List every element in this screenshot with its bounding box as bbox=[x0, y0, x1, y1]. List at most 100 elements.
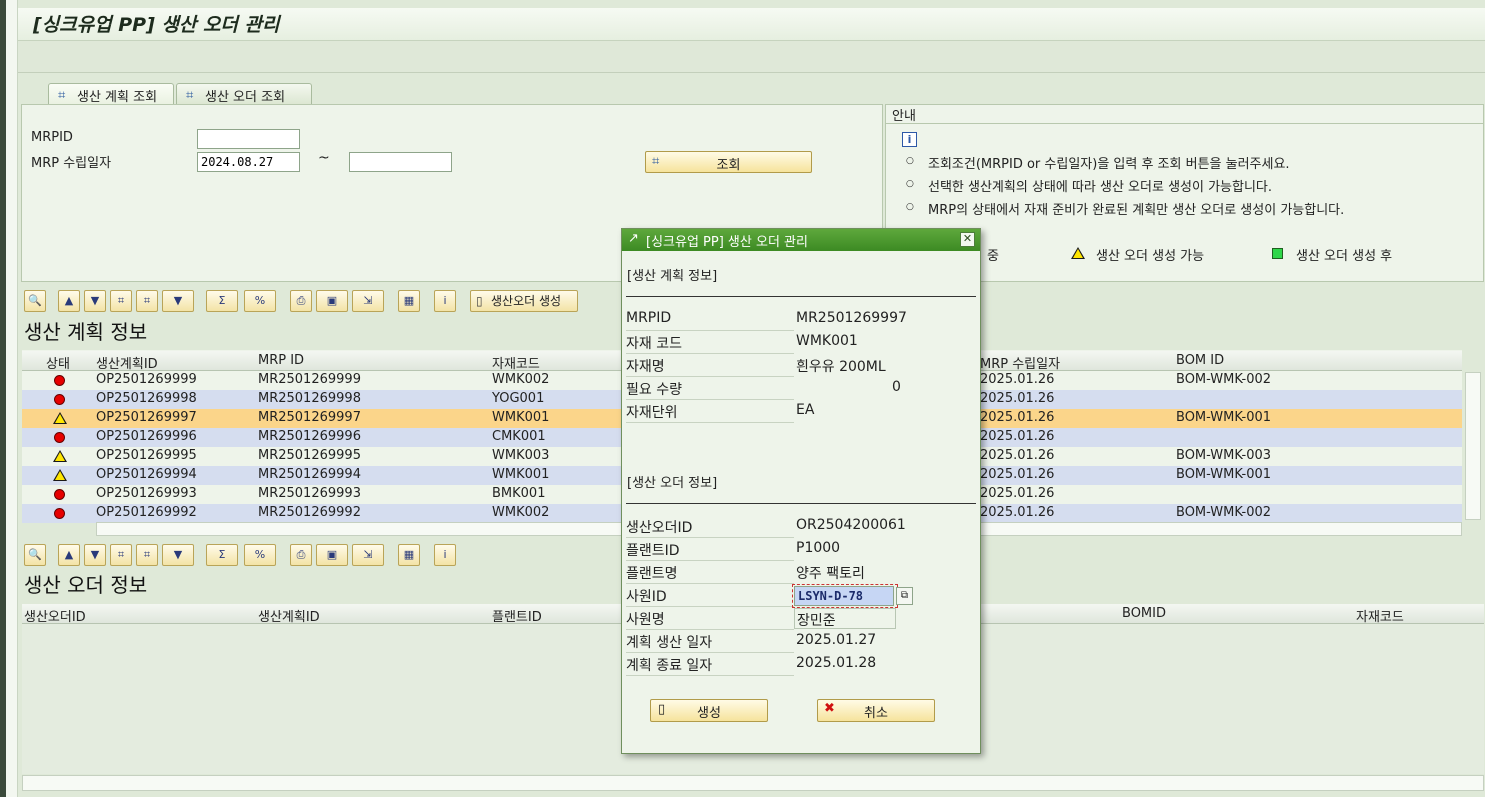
cell-mrp-date: 2025.01.26 bbox=[980, 448, 1055, 463]
cell-material: CMK001 bbox=[492, 429, 546, 444]
cell-mrp-date: 2025.01.26 bbox=[980, 467, 1055, 482]
binoculars-icon: ⌗ bbox=[186, 88, 194, 103]
cell-bom-id: BOM-WMK-001 bbox=[1176, 410, 1272, 425]
dialog-title: [싱크유업 PP] 생산 오더 관리 bbox=[646, 235, 808, 250]
print-icon[interactable]: ⎙ bbox=[290, 544, 312, 566]
create-button[interactable]: ▯ 생성 bbox=[650, 699, 768, 722]
field-label-plant-name: 플랜트명 bbox=[626, 562, 794, 584]
find-icon[interactable]: ⌗ bbox=[110, 544, 132, 566]
plan-vertical-scrollbar[interactable] bbox=[1465, 372, 1481, 520]
guide-line-2: 선택한 생산계획의 상태에 따라 생산 오더로 생성이 가능합니다. bbox=[928, 180, 1273, 195]
red-status-icon bbox=[54, 394, 65, 405]
subtotal-icon[interactable]: % bbox=[244, 290, 276, 312]
create-button-label: 생성 bbox=[697, 706, 721, 721]
views-icon[interactable]: ▣ bbox=[316, 290, 348, 312]
cell-mrp-id: MR2501269996 bbox=[258, 429, 361, 444]
cell-mrp-date: 2025.01.26 bbox=[980, 391, 1055, 406]
cell-plan-id: OP2501269993 bbox=[96, 486, 197, 501]
date-from-input[interactable] bbox=[197, 152, 300, 172]
red-status-icon bbox=[54, 508, 65, 519]
bullet-icon: ○ bbox=[906, 156, 914, 166]
title-bar: [싱크유업 PP] 생산 오더 관리 bbox=[18, 8, 1485, 41]
col-bomid[interactable]: BOMID bbox=[1122, 606, 1166, 621]
order-info-header: [생산 오더 정보] bbox=[627, 476, 718, 491]
layout-icon[interactable]: ▦ bbox=[398, 544, 420, 566]
col-plant-id[interactable]: 플랜트ID bbox=[492, 606, 542, 625]
col-material[interactable]: 자재코드 bbox=[492, 353, 540, 372]
field-label-plan-end: 계획 종료 일자 bbox=[626, 654, 794, 676]
filter-icon[interactable]: ▼ bbox=[162, 544, 194, 566]
filter-icon[interactable]: ▼ bbox=[162, 290, 194, 312]
col-bom-id[interactable]: BOM ID bbox=[1176, 353, 1224, 368]
plan-info-header: [생산 계획 정보] bbox=[627, 269, 718, 284]
print-icon[interactable]: ⎙ bbox=[290, 290, 312, 312]
search-help-icon[interactable]: ⧉ bbox=[896, 587, 913, 605]
sum-icon[interactable]: Σ bbox=[206, 544, 238, 566]
info-icon[interactable]: i bbox=[434, 544, 456, 566]
tab-plan-query[interactable]: ⌗ 생산 계획 조회 bbox=[48, 83, 174, 105]
green-square-icon bbox=[1272, 248, 1283, 259]
details-icon[interactable]: 🔍 bbox=[24, 544, 46, 566]
query-button[interactable]: ⌗ 조회 bbox=[645, 151, 812, 173]
field-label-order-id: 생산오더ID bbox=[626, 516, 794, 538]
left-frame-strip bbox=[6, 0, 18, 797]
mrpid-input[interactable] bbox=[197, 129, 300, 149]
cancel-button[interactable]: ✖ 취소 bbox=[817, 699, 935, 722]
field-label-material-code: 자재 코드 bbox=[626, 332, 794, 354]
find-next-icon[interactable]: ⌗ bbox=[136, 290, 158, 312]
find-next-icon[interactable]: ⌗ bbox=[136, 544, 158, 566]
subtotal-icon[interactable]: % bbox=[244, 544, 276, 566]
views-icon[interactable]: ▣ bbox=[316, 544, 348, 566]
layout-icon[interactable]: ▦ bbox=[398, 290, 420, 312]
page-title: [싱크유업 PP] 생산 오더 관리 bbox=[33, 14, 280, 36]
col-mrp-date[interactable]: MRP 수립일자 bbox=[980, 353, 1060, 372]
col-mrp-id[interactable]: MRP ID bbox=[258, 353, 304, 368]
create-order-button[interactable]: ▯ 생산오더 생성 bbox=[470, 290, 578, 312]
info-icon[interactable]: i bbox=[434, 290, 456, 312]
sort-descending-icon[interactable]: ▼ bbox=[84, 290, 106, 312]
cell-bom-id: BOM-WMK-001 bbox=[1176, 467, 1272, 482]
close-icon[interactable]: ✕ bbox=[960, 232, 975, 247]
col-order-material[interactable]: 자재코드 bbox=[1356, 606, 1404, 625]
guide-title: 안내 bbox=[892, 109, 916, 124]
bullet-icon: ○ bbox=[906, 202, 914, 212]
binoculars-icon: ⌗ bbox=[652, 154, 660, 169]
field-value-unit: EA bbox=[796, 402, 815, 418]
cell-mrp-date: 2025.01.26 bbox=[980, 429, 1055, 444]
red-status-icon bbox=[54, 489, 65, 500]
guide-divider bbox=[886, 123, 1483, 124]
order-info-separator bbox=[626, 503, 976, 504]
warning-triangle-icon bbox=[1071, 247, 1085, 259]
employee-id-input[interactable] bbox=[794, 586, 894, 606]
sum-icon[interactable]: Σ bbox=[206, 290, 238, 312]
binoculars-icon: ⌗ bbox=[58, 88, 66, 103]
col-plan-id[interactable]: 생산계획ID bbox=[96, 353, 158, 372]
query-button-label: 조회 bbox=[716, 158, 741, 173]
field-label-plan-start: 계획 생산 일자 bbox=[626, 631, 794, 653]
export-icon[interactable]: ⇲ bbox=[352, 544, 384, 566]
field-value-plant-name: 양주 팩토리 bbox=[796, 566, 865, 582]
tab-order-query[interactable]: ⌗ 생산 오더 조회 bbox=[176, 83, 312, 105]
field-value-plant-id: P1000 bbox=[796, 540, 841, 556]
tab-order-query-label: 생산 오더 조회 bbox=[205, 90, 286, 105]
sort-descending-icon[interactable]: ▼ bbox=[84, 544, 106, 566]
sort-ascending-icon[interactable]: ▲ bbox=[58, 290, 80, 312]
date-to-input[interactable] bbox=[349, 152, 452, 172]
col-status[interactable]: 상태 bbox=[46, 353, 70, 372]
mrp-date-label: MRP 수립일자 bbox=[31, 156, 112, 171]
details-icon[interactable]: 🔍 bbox=[24, 290, 46, 312]
col-order-plan-id[interactable]: 생산계획ID bbox=[258, 606, 320, 625]
cell-material: BMK001 bbox=[492, 486, 546, 501]
sort-ascending-icon[interactable]: ▲ bbox=[58, 544, 80, 566]
document-icon: ▯ bbox=[476, 294, 483, 308]
application-toolbar bbox=[18, 41, 1485, 73]
cell-mrp-id: MR2501269995 bbox=[258, 448, 361, 463]
find-icon[interactable]: ⌗ bbox=[110, 290, 132, 312]
order-horizontal-scrollbar[interactable] bbox=[22, 775, 1484, 791]
legend-created-label: 생산 오더 생성 후 bbox=[1296, 249, 1393, 264]
cell-plan-id: OP2501269992 bbox=[96, 505, 197, 520]
export-icon[interactable]: ⇲ bbox=[352, 290, 384, 312]
col-order-id[interactable]: 생산오더ID bbox=[24, 606, 86, 625]
guide-line-3: MRP의 상태에서 자재 준비가 완료된 계획만 생산 오더로 생성이 가능합니… bbox=[928, 203, 1345, 218]
warning-triangle-icon bbox=[53, 412, 67, 424]
